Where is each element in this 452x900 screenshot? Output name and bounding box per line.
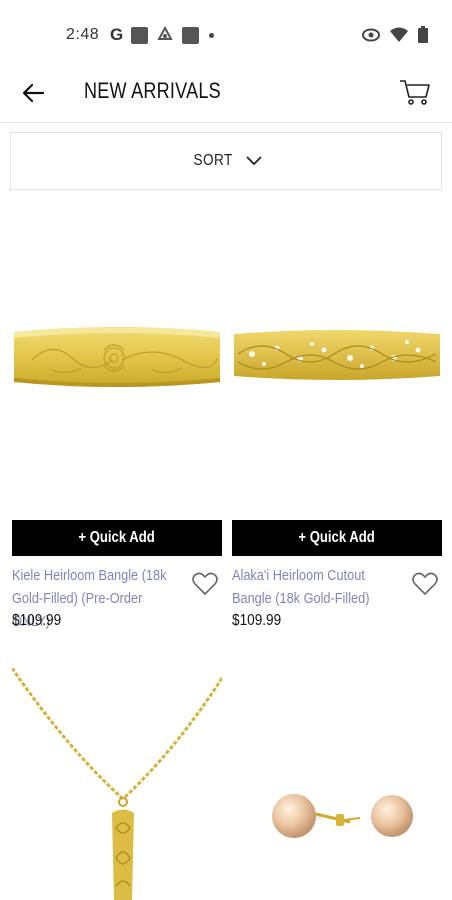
status-time: 2:48 (66, 26, 100, 43)
notification-icons: G (110, 25, 215, 45)
product-card-3[interactable] (12, 668, 222, 900)
google-icon: G (110, 25, 124, 44)
product-price: $109.99 (232, 612, 282, 629)
quick-add-button[interactable]: + Quick Add (232, 520, 442, 556)
quick-add-button[interactable]: + Quick Add (12, 520, 222, 556)
chevron-down-icon (246, 156, 262, 166)
back-button[interactable] (18, 78, 48, 108)
app-bar-divider (0, 122, 452, 123)
status-bar: 2:48 G (0, 0, 452, 68)
sort-label: SORT (193, 152, 233, 169)
product-image-necklace[interactable] (12, 668, 222, 900)
page-title: NEW ARRIVALS (84, 78, 221, 103)
recycle-icon (157, 26, 173, 40)
product-image-bangle-cutout[interactable] (232, 326, 442, 386)
quick-add-label: + Quick Add (78, 529, 156, 546)
cart-icon (400, 80, 430, 105)
app-bar: NEW ARRIVALS (0, 68, 452, 120)
quick-add-label: + Quick Add (298, 529, 376, 546)
heart-icon[interactable] (192, 572, 218, 596)
product-card-2[interactable]: + Quick Add Alaka'i Heirloom Cutout Bang… (232, 200, 442, 640)
back-arrow-icon (22, 83, 44, 103)
wifi-icon (390, 27, 408, 42)
battery-icon (418, 26, 428, 43)
sort-button[interactable]: SORT (10, 132, 442, 190)
product-card-1[interactable]: + Quick Add Kiele Heirloom Bangle (18k G… (12, 200, 222, 640)
heart-icon[interactable] (412, 572, 438, 596)
product-card-4[interactable] (232, 668, 442, 900)
product-image-bangle-engraved[interactable] (12, 320, 222, 400)
more-notifications-icon (209, 32, 215, 38)
app-notification-icon-2 (182, 26, 200, 44)
product-image-pearl-earrings[interactable] (232, 668, 442, 900)
app-notification-icon (131, 26, 149, 44)
system-icons (362, 26, 428, 43)
product-price: $109.99 (12, 612, 62, 629)
eye-icon (362, 28, 380, 41)
product-name[interactable]: Alaka'i Heirloom Cutout Bangle (18k Gold… (232, 564, 402, 610)
cart-button[interactable] (398, 74, 432, 108)
